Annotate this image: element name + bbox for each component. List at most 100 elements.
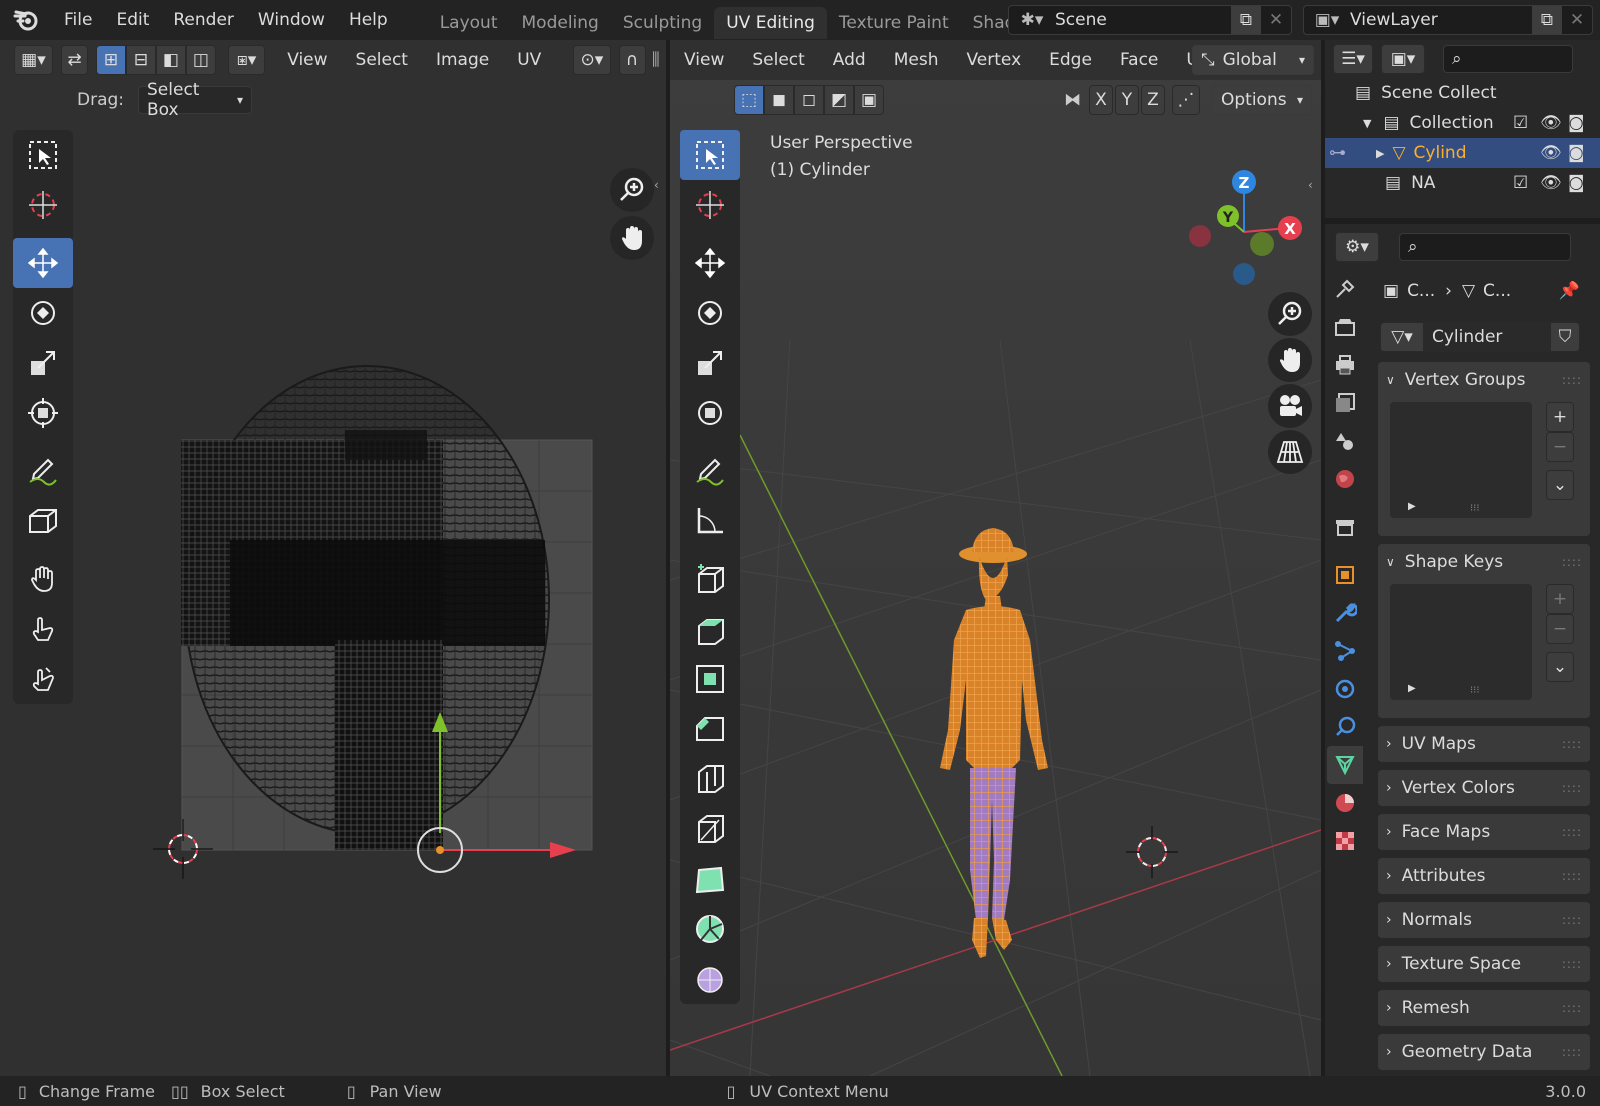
rotate-tool[interactable]: [680, 288, 740, 338]
tab-layout[interactable]: Layout: [428, 7, 510, 39]
vp-menu-vertex[interactable]: Vertex: [952, 50, 1035, 70]
shape-keys-list[interactable]: ▶ ⁝⁝⁝: [1390, 584, 1532, 700]
panel-header-shape-keys[interactable]: ∨ Shape Keys::::: [1378, 544, 1590, 580]
face-select-mode-button[interactable]: ◧: [155, 45, 186, 75]
uv-pan-button[interactable]: [610, 216, 654, 260]
auto-merge-button[interactable]: ⋰: [1172, 85, 1200, 115]
outliner-editor-type-button[interactable]: ☰▾: [1333, 44, 1373, 74]
mesh-browse-button[interactable]: ▽▾: [1380, 322, 1424, 352]
move-tool[interactable]: [680, 238, 740, 288]
transform-orientation-dropdown[interactable]: ⤡ Global ▾: [1192, 45, 1314, 75]
drag-handle-icon[interactable]: ::::: [1562, 555, 1582, 569]
outliner-row-scene[interactable]: ▤ Scene Collect: [1325, 78, 1600, 108]
mirror-y-button[interactable]: Y: [1115, 85, 1139, 115]
list-expand-icon[interactable]: ▶: [1408, 683, 1416, 694]
measure-tool[interactable]: [680, 496, 740, 546]
checkbox-icon[interactable]: ☑: [1513, 173, 1528, 193]
select-invert-button[interactable]: ◩: [824, 85, 854, 115]
vp-zoom-button[interactable]: [1268, 292, 1312, 336]
edge-select-mode-button[interactable]: ⊟: [125, 45, 156, 75]
camera-render-icon[interactable]: ◙: [1568, 113, 1585, 133]
mirror-x-button[interactable]: X: [1089, 85, 1113, 115]
3d-viewport[interactable]: View Select Add Mesh Vertex Edge Face UV…: [670, 40, 1321, 1076]
collapse-sidebar-icon[interactable]: ‹: [1308, 178, 1313, 192]
bevel-tool[interactable]: [680, 704, 740, 754]
select-box-tool[interactable]: [680, 130, 740, 180]
blender-logo-icon[interactable]: [0, 0, 52, 40]
fake-user-button[interactable]: ⛉: [1550, 322, 1580, 352]
list-grip-icon[interactable]: ⁝⁝⁝: [1470, 503, 1480, 514]
scale-tool[interactable]: [13, 338, 73, 388]
eye-icon[interactable]: 👁: [1540, 113, 1562, 133]
menu-edit[interactable]: Edit: [104, 0, 161, 40]
vp-menu-mesh[interactable]: Mesh: [880, 50, 953, 70]
panel-header-vertex-colors[interactable]: › Vertex Colors::::: [1378, 770, 1590, 806]
view-layer-selector[interactable]: ▣▾ ViewLayer ⧉ ✕: [1303, 5, 1593, 35]
transform-tool[interactable]: [13, 388, 73, 438]
panel-header-attributes[interactable]: › Attributes::::: [1378, 858, 1590, 894]
vp-menu-select[interactable]: Select: [738, 50, 818, 70]
vertex-select-mode-button[interactable]: ⊞: [95, 45, 126, 75]
poly-build-tool[interactable]: [680, 854, 740, 904]
menu-window[interactable]: Window: [246, 0, 337, 40]
mirror-z-button[interactable]: Z: [1141, 85, 1165, 115]
snap-options-icon[interactable]: ⫼: [646, 50, 666, 70]
drag-handle-icon[interactable]: ::::: [1562, 1001, 1582, 1015]
tab-modeling[interactable]: Modeling: [510, 7, 611, 39]
cursor-tool[interactable]: [680, 180, 740, 230]
pivot-point-button[interactable]: ⊙▾: [573, 45, 611, 75]
select-intersect-button[interactable]: ▣: [854, 85, 884, 115]
options-dropdown[interactable]: Options ▾: [1212, 85, 1312, 115]
select-box-tool[interactable]: [13, 130, 73, 180]
uv-canvas[interactable]: [0, 120, 666, 1076]
vp-menu-add[interactable]: Add: [819, 50, 880, 70]
transform-tool[interactable]: [680, 388, 740, 438]
panel-header-geometry-data[interactable]: › Geometry Data::::: [1378, 1034, 1590, 1070]
properties-search-input[interactable]: ⌕: [1399, 233, 1571, 261]
expand-arrow-icon[interactable]: ▶: [1376, 147, 1384, 160]
vertex-group-menu-button[interactable]: ⌄: [1546, 470, 1574, 500]
panel-header-normals[interactable]: › Normals::::: [1378, 902, 1590, 938]
relax-tool[interactable]: [13, 604, 73, 654]
drag-select-dropdown[interactable]: Select Box ▾: [138, 80, 253, 120]
sticky-selection-button[interactable]: ⧆▾: [227, 45, 266, 75]
select-new-button[interactable]: ⬚: [734, 85, 764, 115]
checkbox-icon[interactable]: ☑: [1513, 113, 1528, 133]
close-scene-icon[interactable]: ✕: [1261, 10, 1291, 30]
menu-help[interactable]: Help: [337, 0, 400, 40]
uv-menu-view[interactable]: View: [273, 50, 341, 70]
add-shape-key-button[interactable]: +: [1546, 584, 1574, 614]
menu-file[interactable]: File: [52, 0, 104, 40]
inset-tool[interactable]: [680, 654, 740, 704]
drag-handle-icon[interactable]: ::::: [1562, 737, 1582, 751]
scale-tool[interactable]: [680, 338, 740, 388]
uv-menu-select[interactable]: Select: [342, 50, 422, 70]
add-vertex-group-button[interactable]: +: [1546, 402, 1574, 432]
uv-zoom-button[interactable]: [610, 168, 654, 212]
drag-handle-icon[interactable]: ::::: [1562, 373, 1582, 387]
uv-menu-uv[interactable]: UV: [503, 50, 555, 70]
vp-pan-button[interactable]: [1268, 338, 1312, 382]
annotate-tool[interactable]: [680, 446, 740, 496]
select-extend-button[interactable]: ◼: [764, 85, 794, 115]
outliner-search-input[interactable]: ⌕: [1443, 45, 1573, 73]
expand-arrow-icon[interactable]: ▼: [1363, 117, 1371, 130]
tab-texture-paint[interactable]: Texture Paint: [827, 7, 961, 39]
vp-menu-view[interactable]: View: [670, 50, 738, 70]
properties-editor-type-button[interactable]: ⚙▾: [1335, 232, 1379, 262]
panel-face-maps[interactable]: › Face Maps::::: [1378, 814, 1590, 850]
shape-key-menu-button[interactable]: ⌄: [1546, 652, 1574, 682]
navigation-gizmo[interactable]: Z Y X: [1180, 166, 1310, 296]
editor-type-button[interactable]: ▦▾: [14, 45, 53, 75]
list-expand-icon[interactable]: ▶: [1408, 501, 1416, 512]
smooth-tool[interactable]: [680, 954, 740, 1004]
snap-toggle-button[interactable]: ∩: [618, 45, 646, 75]
list-grip-icon[interactable]: ⁝⁝⁝: [1470, 685, 1480, 696]
knife-tool[interactable]: [680, 804, 740, 854]
tab-sculpting[interactable]: Sculpting: [611, 7, 714, 39]
panel-normals[interactable]: › Normals::::: [1378, 902, 1590, 938]
grab-brush-tool[interactable]: [13, 554, 73, 604]
panel-attributes[interactable]: › Attributes::::: [1378, 858, 1590, 894]
vp-perspective-button[interactable]: [1268, 430, 1312, 474]
close-view-layer-icon[interactable]: ✕: [1562, 10, 1592, 30]
